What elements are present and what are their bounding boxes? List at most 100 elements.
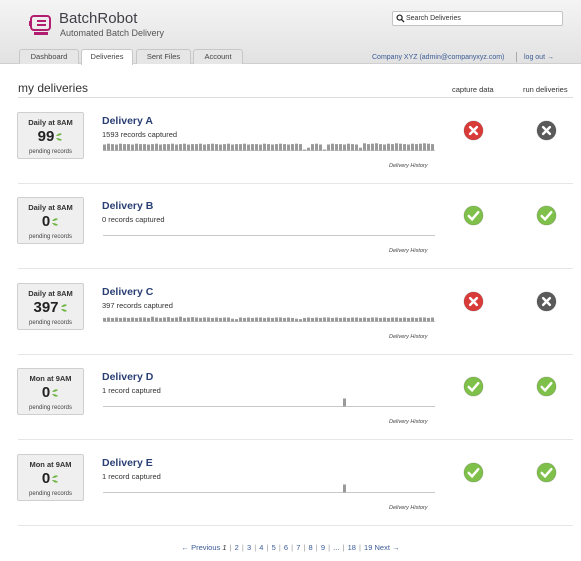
activity-bar — [155, 143, 158, 151]
activity-bar — [327, 144, 330, 151]
activity-bar — [255, 317, 258, 322]
delivery-history-link[interactable]: Delivery History — [389, 419, 428, 425]
page-link[interactable]: 5 — [272, 543, 276, 552]
activity-bar — [419, 143, 422, 151]
page-link[interactable]: 3 — [247, 543, 251, 552]
activity-bar — [111, 144, 114, 151]
tab-account[interactable]: Account — [193, 49, 243, 64]
current-page: 1 — [222, 543, 227, 552]
activity-bar — [167, 144, 170, 151]
delivery-row: Mon at 9AM 0 pending records Delivery E 1 re… — [0, 453, 581, 534]
activity-bar — [223, 144, 226, 151]
page-link[interactable]: 18 — [348, 543, 356, 552]
capture-status-error-icon[interactable] — [463, 120, 484, 141]
brand-tagline: Automated Batch Delivery — [60, 28, 165, 38]
tab-deliveries[interactable]: Deliveries — [81, 49, 133, 65]
activity-bar — [163, 144, 166, 151]
activity-bar — [343, 144, 346, 151]
run-status-ok-icon[interactable] — [536, 205, 557, 226]
previous-page-link[interactable]: ← Previous — [181, 543, 220, 552]
next-page-link[interactable]: Next → — [374, 543, 399, 552]
activity-bar — [315, 317, 318, 322]
activity-bar — [219, 317, 222, 322]
pending-count-value: 0 — [41, 384, 51, 402]
account-link[interactable]: Company XYZ (admin@companyxyz.com) — [372, 54, 504, 61]
activity-bar — [155, 317, 158, 322]
schedule-label: Mon at 9AM — [29, 459, 72, 469]
activity-bar — [131, 144, 134, 151]
activity-bar — [351, 317, 354, 322]
activity-bar — [427, 143, 430, 151]
pending-count-value: 99 — [37, 128, 55, 145]
delivery-name-link[interactable]: Delivery B — [102, 200, 153, 212]
page-link[interactable]: 7 — [296, 543, 300, 552]
page-link[interactable]: 6 — [284, 543, 288, 552]
delivery-history-link[interactable]: Delivery History — [389, 505, 428, 511]
activity-bar — [399, 143, 402, 151]
activity-bar — [163, 317, 166, 322]
activity-bar — [319, 144, 322, 151]
activity-bar — [243, 317, 246, 322]
pending-count-value: 0 — [41, 469, 51, 487]
delivery-name-link[interactable]: Delivery E — [102, 457, 153, 469]
activity-bar — [311, 317, 314, 322]
delivery-history-link[interactable]: Delivery History — [389, 334, 428, 340]
activity-bar — [347, 143, 350, 151]
tab-sent-files[interactable]: Sent Files — [136, 49, 191, 64]
run-status-disabled-icon[interactable] — [536, 291, 557, 312]
activity-bar — [287, 317, 290, 322]
capture-status-error-icon[interactable] — [463, 291, 484, 312]
delivery-history-link[interactable]: Delivery History — [389, 163, 428, 169]
tab-dashboard[interactable]: Dashboard — [19, 49, 79, 64]
delivery-history-link[interactable]: Delivery History — [389, 248, 428, 254]
activity-bar — [171, 143, 174, 151]
delivery-name-link[interactable]: Delivery A — [102, 115, 153, 127]
pending-count: 99 — [18, 128, 83, 145]
capture-status-ok-icon[interactable] — [463, 462, 484, 483]
delivery-row: Daily at 8AM 99 pending records Delivery A 1… — [0, 112, 581, 192]
refresh-icon — [52, 474, 59, 483]
pending-count: 397 — [18, 299, 83, 316]
delivery-row: Daily at 8AM 397 pending records Delivery C… — [0, 282, 581, 363]
activity-bar — [351, 144, 354, 151]
search-input[interactable]: Search Deliveries — [392, 11, 563, 26]
page-link[interactable]: 9 — [321, 543, 325, 552]
page-link[interactable]: 2 — [235, 543, 239, 552]
activity-bar — [263, 317, 266, 322]
activity-bar — [151, 144, 154, 151]
activity-bar — [407, 144, 410, 151]
logout-link[interactable]: log out → — [524, 54, 554, 61]
capture-status-ok-icon[interactable] — [463, 205, 484, 226]
search-icon — [396, 14, 405, 23]
brand-name: BatchRobot — [59, 10, 138, 27]
schedule-box: Daily at 8AM 397 pending records — [17, 282, 84, 330]
activity-bar — [403, 144, 406, 151]
activity-bar — [107, 143, 110, 151]
activity-bar — [299, 144, 302, 151]
activity-bar — [291, 144, 294, 151]
page-link[interactable]: 19 — [364, 543, 372, 552]
delivery-name-link[interactable]: Delivery C — [102, 286, 153, 298]
page-link[interactable]: 8 — [309, 543, 313, 552]
run-status-ok-icon[interactable] — [536, 376, 557, 397]
activity-bar — [211, 143, 214, 151]
activity-bar — [235, 318, 238, 322]
activity-bar — [183, 143, 186, 151]
activity-sparkline — [103, 235, 435, 237]
activity-bar — [303, 149, 306, 151]
activity-bar — [415, 317, 418, 322]
activity-bar — [195, 144, 198, 151]
activity-bar — [411, 143, 414, 151]
activity-bar — [263, 143, 266, 151]
records-captured: 0 records captured — [102, 215, 165, 225]
activity-bar — [283, 144, 286, 151]
delivery-name-link[interactable]: Delivery D — [102, 371, 153, 383]
page-link[interactable]: 4 — [259, 543, 263, 552]
activity-bar — [391, 144, 394, 151]
run-status-disabled-icon[interactable] — [536, 120, 557, 141]
capture-status-ok-icon[interactable] — [463, 376, 484, 397]
activity-bar — [383, 144, 386, 151]
run-status-ok-icon[interactable] — [536, 462, 557, 483]
robot-logo-icon[interactable] — [28, 13, 54, 37]
schedule-box: Mon at 9AM 0 pending records — [17, 453, 84, 501]
